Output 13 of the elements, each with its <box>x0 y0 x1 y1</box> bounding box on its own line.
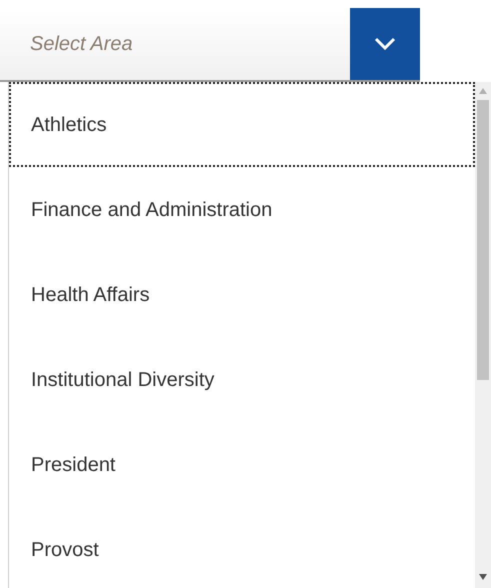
dropdown-button[interactable] <box>350 8 420 80</box>
option-item[interactable]: Provost <box>9 507 475 588</box>
chevron-down-icon <box>374 37 396 51</box>
scroll-down-icon <box>479 574 487 580</box>
option-item[interactable]: Athletics <box>9 82 475 167</box>
option-item[interactable]: Health Affairs <box>9 252 475 337</box>
scroll-thumb[interactable] <box>477 100 489 380</box>
option-item[interactable]: Finance and Administration <box>9 167 475 252</box>
scrollbar[interactable] <box>475 82 491 588</box>
option-item[interactable]: Institutional Diversity <box>9 337 475 422</box>
select-field[interactable]: Select Area <box>0 8 420 82</box>
option-item[interactable]: President <box>9 422 475 507</box>
scroll-up-icon <box>479 88 487 94</box>
